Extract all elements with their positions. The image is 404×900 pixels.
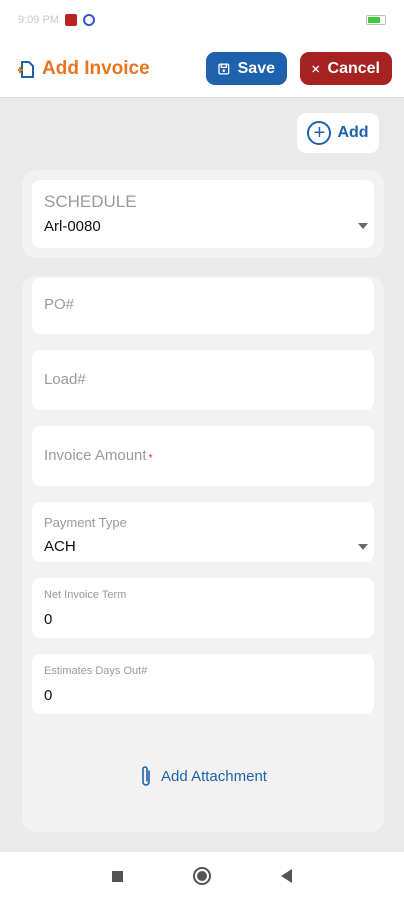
document-add-icon [18, 60, 34, 78]
battery-icon [366, 15, 386, 25]
save-button[interactable]: Save [206, 52, 287, 85]
invoice-amount-label: Invoice Amount [44, 447, 147, 464]
recent-apps-icon[interactable] [112, 870, 123, 882]
estimates-days-out-field[interactable]: Estimates Days Out# 0 [32, 654, 374, 714]
add-label: Add [337, 124, 369, 141]
paperclip-icon [142, 766, 150, 786]
schedule-panel: SCHEDULE Arl-0080 [22, 170, 384, 258]
save-label: Save [237, 59, 275, 77]
invoice-amount-field[interactable]: Invoice Amount * [32, 426, 374, 486]
home-icon[interactable] [193, 867, 211, 885]
title-wrap: Add Invoice [18, 58, 206, 80]
po-field[interactable]: PO# [32, 278, 374, 334]
page-title: Add Invoice [42, 57, 150, 79]
load-placeholder: Load# [44, 371, 86, 388]
cancel-button[interactable]: Cancel [300, 52, 392, 85]
status-time: 9:09 PM [18, 14, 59, 26]
status-right [366, 15, 386, 25]
status-left: 9:09 PM [18, 14, 95, 26]
payment-type-value: ACH [44, 538, 76, 555]
notification-browser-icon [82, 14, 95, 26]
close-icon [312, 65, 320, 72]
notification-app-icon [64, 14, 77, 26]
payment-type-label: Payment Type [44, 515, 127, 530]
load-field[interactable]: Load# [32, 350, 374, 410]
invoice-amount-placeholder: Invoice Amount * [44, 447, 152, 464]
chevron-down-icon [358, 544, 368, 550]
app-header: Add Invoice Save Cancel [0, 40, 404, 98]
add-attachment-button[interactable]: Add Attachment [22, 761, 384, 791]
net-invoice-term-value: 0 [44, 611, 53, 628]
net-invoice-term-field[interactable]: Net Invoice Term 0 [32, 578, 374, 638]
payment-type-select[interactable]: Payment Type ACH [32, 502, 374, 562]
invoice-form-panel: PO# Load# Invoice Amount * Payment Type A… [22, 276, 384, 832]
net-invoice-term-label: Net Invoice Term [44, 589, 127, 601]
back-icon[interactable] [281, 869, 292, 883]
cancel-label: Cancel [327, 59, 380, 77]
schedule-value: Arl-0080 [44, 218, 101, 235]
add-button[interactable]: + Add [297, 113, 379, 153]
required-mark: * [148, 453, 153, 464]
plus-circle-icon: + [307, 121, 332, 145]
status-bar: 9:09 PM [0, 0, 404, 40]
po-placeholder: PO# [44, 296, 75, 313]
estimates-days-out-label: Estimates Days Out# [44, 665, 148, 677]
add-attachment-label: Add Attachment [161, 767, 267, 785]
system-nav-bar [0, 852, 404, 900]
schedule-select[interactable]: SCHEDULE Arl-0080 [32, 180, 374, 248]
chevron-down-icon [358, 223, 368, 229]
schedule-label: SCHEDULE [44, 192, 137, 211]
save-icon [218, 63, 230, 74]
estimates-days-out-value: 0 [44, 687, 53, 704]
